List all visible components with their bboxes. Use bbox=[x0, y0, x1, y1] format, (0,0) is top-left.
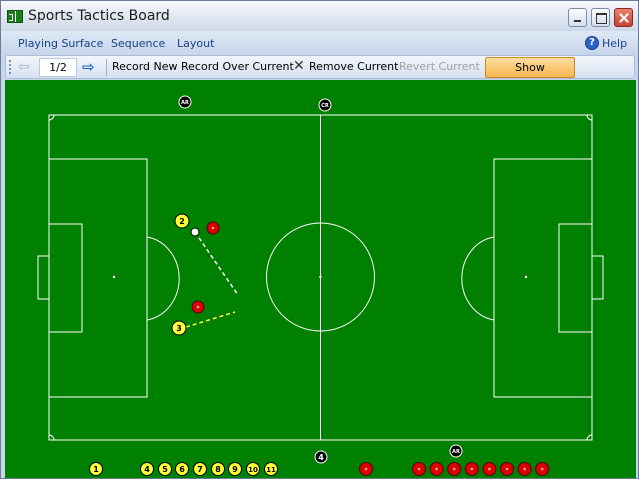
bench-red-player-8[interactable] bbox=[535, 462, 550, 476]
toolbar-grip-icon[interactable] bbox=[9, 60, 11, 74]
bench-yellow-player-4-label: 4 bbox=[144, 465, 150, 474]
remove-x-icon[interactable]: ✕ bbox=[293, 58, 305, 74]
bench-red-player-1[interactable] bbox=[412, 462, 426, 476]
left-penalty-spot bbox=[112, 275, 116, 279]
forward-arrow-icon[interactable]: ⇨ bbox=[82, 59, 100, 75]
assistant-referee-bottom-label: AR bbox=[452, 449, 460, 455]
bench-yellow-player-4[interactable]: 4 bbox=[140, 462, 154, 476]
center-spot bbox=[319, 275, 322, 279]
back-arrow-icon[interactable]: ⇦ bbox=[18, 60, 36, 74]
red-player-a[interactable] bbox=[206, 221, 220, 235]
menu-bar: Playing Surface Sequence Layout ? Help bbox=[1, 31, 638, 55]
black-token-4-label: 4 bbox=[318, 453, 324, 462]
corner-arc-bl bbox=[48, 434, 55, 441]
corner-arc-tr bbox=[586, 114, 593, 121]
center-referee-label: CR bbox=[321, 103, 329, 109]
ball[interactable] bbox=[190, 227, 200, 237]
field-tokens: AR CR 2 3 4 AR bbox=[171, 95, 463, 464]
assistant-referee-top-label: AR bbox=[181, 100, 189, 106]
bench-yellow-player-5-label: 5 bbox=[162, 465, 168, 474]
left-goal-area bbox=[48, 223, 83, 333]
ball-movement-arrow bbox=[194, 231, 239, 296]
revert-current-button[interactable]: Revert Current bbox=[399, 60, 480, 73]
right-goal-area bbox=[558, 223, 593, 333]
toolbar-separator bbox=[106, 59, 107, 76]
bench-yellow-player-8-label: 8 bbox=[215, 465, 221, 474]
menu-layout[interactable]: Layout bbox=[177, 37, 214, 50]
bench-yellow-player-8[interactable]: 8 bbox=[211, 462, 225, 476]
bench-red-player-7[interactable] bbox=[517, 462, 532, 476]
bench-red-player-single[interactable] bbox=[359, 462, 373, 476]
bench-yellow-player-7[interactable]: 7 bbox=[193, 462, 207, 476]
title-bar: Sports Tactics Board bbox=[1, 1, 638, 31]
pitch-icon bbox=[7, 10, 23, 23]
menu-playing-surface[interactable]: Playing Surface bbox=[18, 37, 103, 50]
right-penalty-spot bbox=[524, 275, 528, 279]
red-player-b[interactable] bbox=[191, 300, 205, 314]
show-movement-button[interactable]: Show Movement bbox=[485, 57, 575, 93]
yellow-player-3[interactable]: 3 bbox=[171, 320, 187, 336]
black-token-4[interactable]: 4 bbox=[314, 450, 328, 464]
center-referee[interactable]: CR bbox=[318, 98, 332, 112]
bench-yellow-player-11-label: 11 bbox=[266, 466, 276, 474]
right-penalty-arc bbox=[461, 236, 495, 321]
bench-yellow-player-11[interactable]: 11 bbox=[264, 462, 278, 476]
bench-yellow-player-5[interactable]: 5 bbox=[158, 462, 172, 476]
bench-yellow-player-9[interactable]: 9 bbox=[228, 462, 242, 476]
bench-yellow-player-1-label: 1 bbox=[93, 465, 99, 474]
yellow-player-2-label: 2 bbox=[179, 217, 185, 226]
bench-red-player-3[interactable] bbox=[447, 462, 462, 476]
bench-yellow-player-1[interactable]: 1 bbox=[89, 462, 103, 476]
bench-red-player-5[interactable] bbox=[482, 462, 497, 476]
bench-red-player-4[interactable] bbox=[464, 462, 479, 476]
right-goal bbox=[591, 255, 604, 300]
assistant-referee-top[interactable]: AR bbox=[178, 95, 192, 109]
app-window: Sports Tactics Board Playing Surface Seq… bbox=[0, 0, 639, 479]
bench-yellow-player-10-label: 10 bbox=[248, 466, 258, 474]
record-over-current-button[interactable]: Record Over Current bbox=[181, 60, 294, 73]
bench-red-player-6[interactable] bbox=[500, 462, 514, 476]
bench-yellow-player-10[interactable]: 10 bbox=[246, 462, 260, 476]
corner-arc-br bbox=[586, 434, 593, 441]
help-label: Help bbox=[602, 37, 628, 50]
bench-tokens: 1 4 5 6 7 8 9 10 11 bbox=[89, 462, 550, 476]
left-penalty-box bbox=[48, 158, 148, 398]
toolbar: ⇦ 1/2 ⇨ Record New Record Over Current ✕… bbox=[5, 55, 635, 93]
pitch-svg: AR CR 2 3 4 AR 1 4 5 6 7 8 9 10 11 bbox=[37, 95, 604, 476]
page-indicator[interactable]: 1/2 bbox=[39, 58, 77, 77]
yellow-player-2[interactable]: 2 bbox=[174, 213, 190, 229]
bench-yellow-player-9-label: 9 bbox=[232, 465, 238, 474]
maximize-button[interactable] bbox=[591, 8, 610, 27]
right-penalty-box bbox=[493, 158, 593, 398]
left-penalty-arc bbox=[146, 236, 180, 321]
record-new-button[interactable]: Record New bbox=[112, 60, 178, 73]
bench-red-player-2[interactable] bbox=[429, 462, 444, 476]
tactics-board[interactable]: AR CR 2 3 4 AR 1 4 5 6 7 8 9 10 11 bbox=[5, 80, 636, 478]
menu-sequence[interactable]: Sequence bbox=[111, 37, 165, 50]
window-title: Sports Tactics Board bbox=[28, 8, 170, 24]
corner-arc-tl bbox=[48, 114, 55, 121]
left-goal bbox=[37, 255, 50, 300]
bench-yellow-player-6-label: 6 bbox=[179, 465, 185, 474]
player-3-movement-arrow bbox=[185, 311, 236, 328]
assistant-referee-bottom[interactable]: AR bbox=[449, 444, 463, 458]
minimize-button[interactable] bbox=[568, 8, 587, 27]
remove-current-button[interactable]: Remove Current bbox=[309, 60, 398, 73]
yellow-player-3-label: 3 bbox=[176, 324, 182, 333]
close-button[interactable] bbox=[614, 8, 633, 27]
help-icon: ? bbox=[585, 36, 599, 50]
bench-yellow-player-7-label: 7 bbox=[197, 465, 203, 474]
bench-yellow-player-6[interactable]: 6 bbox=[175, 462, 189, 476]
